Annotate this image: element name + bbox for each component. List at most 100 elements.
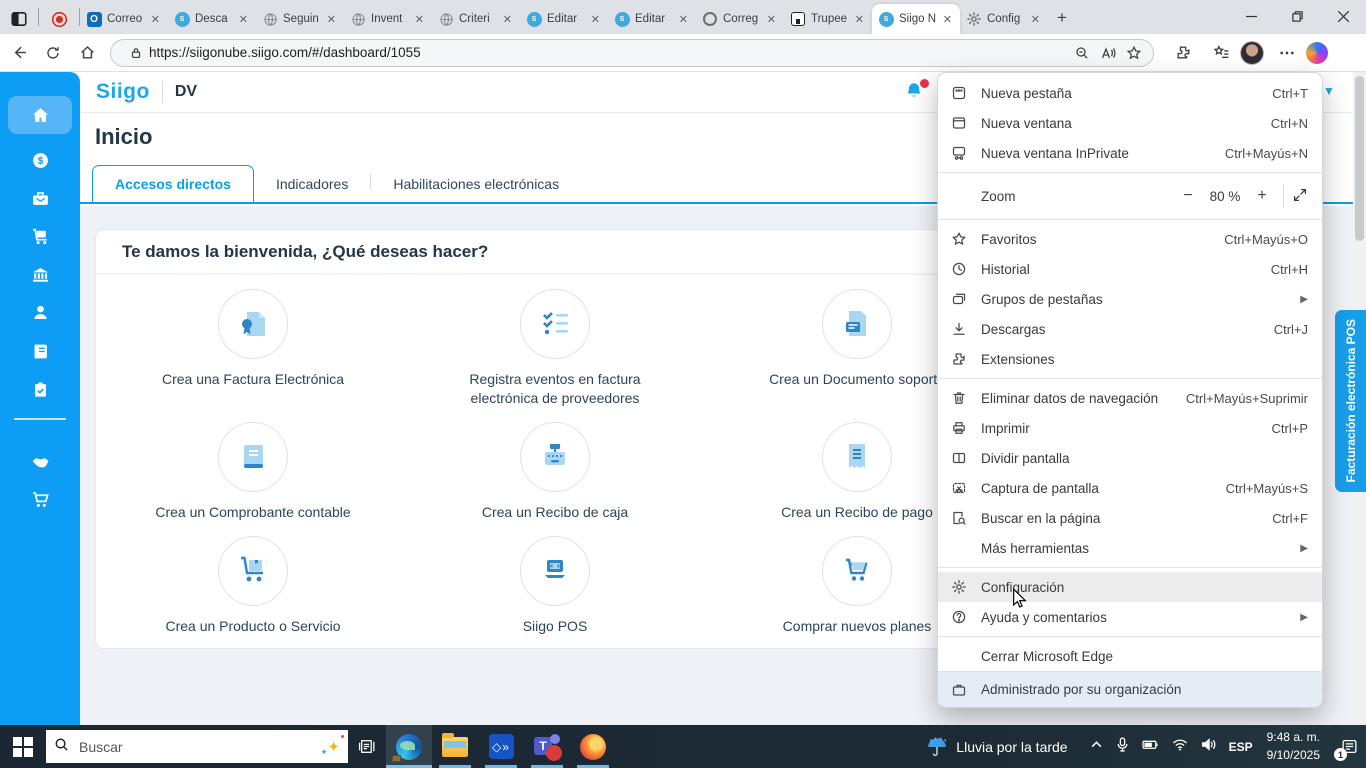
tab-actions-menu-icon[interactable] [0, 4, 38, 34]
menu-item-cerrar-microsoft-edge[interactable]: Cerrar Microsoft Edge [938, 641, 1322, 671]
tab-close-icon[interactable]: ✕ [853, 13, 866, 26]
tab-close-icon[interactable]: ✕ [237, 13, 250, 26]
browser-tab-9[interactable]: S Siigo N ✕ [872, 4, 960, 34]
shortcut-card-4[interactable]: Crea un Comprobante contable [102, 421, 404, 522]
new-tab-button[interactable]: + [1048, 4, 1076, 32]
zoom-in-button[interactable]: + [1249, 187, 1275, 205]
favorite-star-icon[interactable] [1121, 40, 1147, 66]
browser-tab-1[interactable]: S Desca ✕ [168, 4, 256, 34]
browser-tab-2[interactable]: Seguin ✕ [256, 4, 344, 34]
copilot-icon[interactable] [1306, 41, 1328, 64]
taskbar-app-remote[interactable]: ◇» [478, 725, 524, 768]
tab-close-icon[interactable]: ✕ [1029, 13, 1042, 26]
fullscreen-icon[interactable] [1292, 187, 1308, 206]
settings-more-icon[interactable]: ⋯ [1272, 38, 1302, 68]
profile-avatar[interactable] [1240, 40, 1264, 65]
restore-button[interactable] [1274, 0, 1320, 32]
browser-tab-4[interactable]: Criteri ✕ [432, 4, 520, 34]
menu-item-m-s-herramientas[interactable]: Más herramientas ▶ [938, 533, 1322, 563]
sidebar-item-home[interactable] [8, 96, 72, 134]
tab-close-icon[interactable]: ✕ [325, 13, 338, 26]
scrollbar-thumb[interactable] [1355, 76, 1364, 241]
url-text[interactable]: https://siigonube.siigo.com/#/dashboard/… [149, 45, 1069, 60]
taskbar-app-edge[interactable] [386, 725, 432, 768]
weather-widget[interactable]: Lluvia por la tarde [926, 736, 1068, 758]
back-icon[interactable] [4, 38, 34, 68]
shortcut-card-1[interactable]: Registra eventos en factura electrónica … [404, 289, 706, 408]
menu-item-grupos-de-pesta-as[interactable]: Grupos de pestañas ▶ [938, 284, 1322, 314]
start-button[interactable] [0, 725, 46, 768]
sidebar-item-expenses[interactable] [8, 180, 72, 216]
notifications-bell[interactable] [904, 79, 929, 105]
tab-close-icon[interactable]: ✕ [501, 13, 514, 26]
menu-item-dividir-pantalla[interactable]: Dividir pantalla [938, 443, 1322, 473]
menu-item-extensiones[interactable]: Extensiones [938, 344, 1322, 374]
browser-tab-6[interactable]: S Editar ✕ [608, 4, 696, 34]
menu-item-administrado-por-su-organizaci-n[interactable]: Administrado por su organización [938, 671, 1322, 707]
menu-item-buscar-en-la-p-gina[interactable]: Buscar en la página Ctrl+F [938, 503, 1322, 533]
language-indicator[interactable]: ESP [1229, 740, 1253, 754]
shortcut-card-8[interactable]: Crea un Producto o Servicio [102, 535, 404, 636]
menu-item-ayuda-y-comentarios[interactable]: Ayuda y comentarios ▶ [938, 602, 1322, 632]
browser-tab-5[interactable]: S Editar ✕ [520, 4, 608, 34]
tab-accesos-directos[interactable]: Accesos directos [92, 165, 254, 202]
shortcut-card-9[interactable]: Siigo POS [404, 535, 706, 636]
tab-close-icon[interactable]: ✕ [765, 13, 778, 26]
lock-icon[interactable] [123, 40, 149, 66]
menu-item-eliminar-datos-de-navegaci-n[interactable]: Eliminar datos de navegación Ctrl+Mayús+S… [938, 383, 1322, 413]
menu-item-nueva-ventana-inprivate[interactable]: Nueva ventana InPrivate Ctrl+Mayús+N [938, 138, 1322, 168]
sidebar-item-contacts[interactable] [8, 294, 72, 330]
task-view-button[interactable] [348, 725, 386, 768]
favorites-hub-icon[interactable] [1206, 38, 1236, 68]
taskbar-clock[interactable]: 9:48 a. m. 9/10/2025 [1267, 729, 1320, 764]
browser-tab-3[interactable]: Invent ✕ [344, 4, 432, 34]
tab-close-icon[interactable]: ✕ [589, 13, 602, 26]
minimize-button[interactable] [1228, 0, 1274, 32]
action-center-button[interactable]: 1 [1332, 725, 1366, 768]
tab-close-icon[interactable]: ✕ [149, 13, 162, 26]
extensions-icon[interactable] [1168, 38, 1198, 68]
pinned-recording-tab[interactable] [39, 4, 79, 34]
volume-icon[interactable] [1201, 737, 1216, 756]
menu-item-nueva-pesta-a[interactable]: Nueva pestaña Ctrl+T [938, 78, 1322, 108]
menu-item-captura-de-pantalla[interactable]: Captura de pantalla Ctrl+Mayús+S [938, 473, 1322, 503]
menu-item-favoritos[interactable]: Favoritos Ctrl+Mayús+O [938, 224, 1322, 254]
tab-habilitaciones-electr-nicas[interactable]: Habilitaciones electrónicas [371, 166, 581, 202]
browser-tab-7[interactable]: Correg ✕ [696, 4, 784, 34]
zoom-out-icon[interactable] [1069, 40, 1095, 66]
sidebar-item-inventory[interactable] [8, 218, 72, 254]
sidebar-item-partners[interactable] [8, 444, 72, 480]
menu-item-historial[interactable]: Historial Ctrl+H [938, 254, 1322, 284]
read-aloud-icon[interactable] [1095, 40, 1121, 66]
pos-side-tab[interactable]: Facturación electrónica POS [1335, 310, 1366, 492]
sidebar-item-accounting[interactable] [8, 333, 72, 369]
shortcut-card-0[interactable]: Crea una Factura Electrónica [102, 289, 404, 408]
tab-close-icon[interactable]: ✕ [413, 13, 426, 26]
account-caret-icon[interactable]: ▼ [1323, 84, 1335, 98]
wifi-icon[interactable] [1172, 738, 1188, 756]
taskbar-app-explorer[interactable] [432, 725, 478, 768]
browser-tab-0[interactable]: O Correo ✕ [80, 4, 168, 34]
tab-close-icon[interactable]: ✕ [941, 13, 954, 26]
taskbar-search[interactable]: Buscar ✦ ✦ [46, 730, 348, 763]
home-icon[interactable] [72, 38, 102, 68]
menu-item-imprimir[interactable]: Imprimir Ctrl+P [938, 413, 1322, 443]
menu-item-descargas[interactable]: Descargas Ctrl+J [938, 314, 1322, 344]
close-window-button[interactable] [1320, 0, 1366, 32]
address-bar[interactable]: https://siigonube.siigo.com/#/dashboard/… [110, 38, 1154, 67]
menu-item-configuraci-n[interactable]: Configuración [938, 572, 1322, 602]
menu-item-nueva-ventana[interactable]: Nueva ventana Ctrl+N [938, 108, 1322, 138]
microphone-icon[interactable] [1116, 736, 1129, 757]
sidebar-item-money[interactable]: $ [8, 142, 72, 178]
browser-tab-10[interactable]: Config ✕ [960, 4, 1048, 34]
tab-close-icon[interactable]: ✕ [677, 13, 690, 26]
sidebar-item-bank[interactable] [8, 256, 72, 292]
tray-chevron-icon[interactable] [1090, 738, 1103, 756]
sidebar-item-tasks[interactable] [8, 371, 72, 407]
refresh-icon[interactable] [38, 38, 68, 68]
tab-indicadores[interactable]: Indicadores [254, 166, 370, 202]
shortcut-card-5[interactable]: Crea un Recibo de caja [404, 421, 706, 522]
battery-icon[interactable] [1142, 738, 1159, 756]
taskbar-app-firefox[interactable] [570, 725, 616, 768]
taskbar-app-teams[interactable]: T [524, 725, 570, 768]
